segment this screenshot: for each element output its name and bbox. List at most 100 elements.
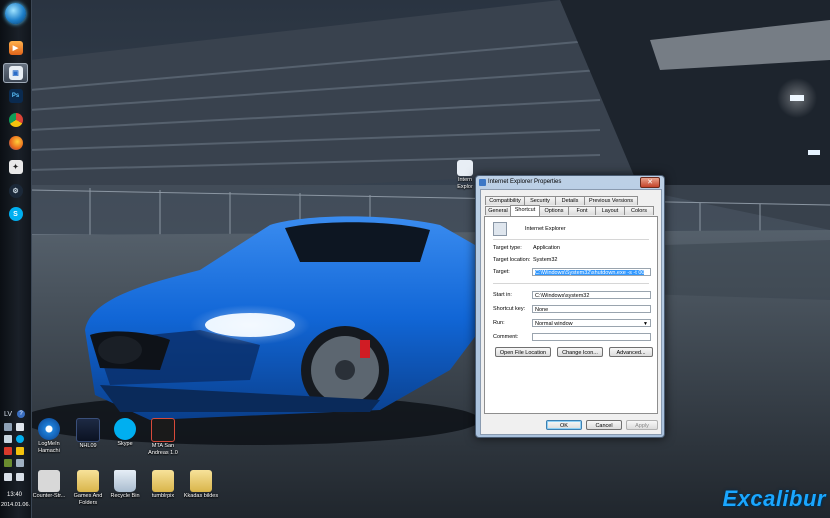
tab-options[interactable]: Options [539, 206, 569, 215]
taskbar-photoshop[interactable]: Ps [3, 86, 28, 106]
taskbar-media-player[interactable]: ▶ [3, 38, 28, 58]
tab-previous-versions[interactable]: Previous Versions [584, 196, 638, 205]
desktop-icon-games-folders[interactable]: Games And Folders [69, 470, 107, 506]
apply-button[interactable]: Apply [626, 420, 658, 430]
target-value: C:\Windows\System32\shutdown.exe -s -t 0… [535, 270, 645, 276]
desktop-icon-label: Recycle Bin [110, 493, 140, 499]
desktop-icon-label: NHL09 [79, 443, 97, 449]
mta-icon [151, 418, 175, 442]
counter-strike-icon: ✦ [8, 160, 23, 174]
shortcut-icon [457, 160, 473, 176]
change-icon-button[interactable]: Change Icon... [557, 347, 603, 357]
tray-gmail-icon[interactable] [4, 447, 12, 455]
folder-icon [77, 470, 99, 492]
language-indicator[interactable]: LV [4, 411, 12, 418]
tray-icon-a[interactable] [16, 423, 24, 431]
dialog-body: Compatibility Security Details Previous … [480, 189, 662, 435]
target-type-value: Application [533, 245, 560, 251]
desktop-icon-label: MTA San Andreas 1.0 [148, 443, 178, 456]
taskbar-firefox[interactable] [3, 133, 28, 153]
shortcut-name: Internet Explorer [525, 226, 566, 232]
desktop-icon-label: Skype [117, 441, 133, 447]
watermark: Excalibur [722, 486, 826, 511]
tray-icon-c[interactable] [4, 459, 12, 467]
desktop-icon-counter-strike[interactable]: Counter-Str... [30, 470, 68, 500]
tab-layout[interactable]: Layout [595, 206, 625, 215]
desktop-icon-mta[interactable]: MTA San Andreas 1.0 [144, 418, 182, 456]
tab-general[interactable]: General [485, 206, 511, 215]
start-in-label: Start in: [493, 292, 512, 298]
shortcut-key-label: Shortcut key: [493, 306, 526, 312]
run-select-value: Normal window [535, 321, 573, 327]
shortcut-tab-page: Internet Explorer Target type: Applicati… [484, 216, 658, 414]
taskbar: ▶ ▣ Ps ✦ ⚙ S LV ? 13:40 2014.01.06. [0, 0, 32, 518]
help-icon[interactable]: ? [17, 410, 25, 418]
shortcut-icon: ▣ [8, 66, 23, 80]
recycle-bin-icon [114, 470, 136, 492]
tab-font[interactable]: Font [568, 206, 596, 215]
advanced-button[interactable]: Advanced... [609, 347, 653, 357]
desktop-icon-recycle-bin[interactable]: Recycle Bin [106, 470, 144, 500]
desktop-icon-label: LogMeIn Hamachi [38, 441, 60, 454]
skype-icon [114, 418, 136, 440]
shortcut-key-field[interactable]: None [532, 305, 651, 313]
clock-date[interactable]: 2014.01.06. [1, 502, 30, 508]
desktop-icon-tumblrpix[interactable]: tumblrpix [144, 470, 182, 500]
firefox-icon [8, 136, 23, 150]
folder-icon [190, 470, 212, 492]
tray-volume-icon[interactable] [16, 473, 24, 481]
tray-steam-icon[interactable] [4, 435, 12, 443]
clock-time[interactable]: 13:40 [7, 492, 22, 498]
desktop-icon-hamachi[interactable]: LogMeIn Hamachi [30, 418, 68, 454]
tab-security[interactable]: Security [524, 196, 556, 205]
tab-compatibility[interactable]: Compatibility [485, 196, 525, 205]
run-select[interactable]: Normal window ▼ [532, 319, 651, 327]
comment-field[interactable] [532, 333, 651, 341]
media-player-icon: ▶ [8, 41, 23, 55]
target-label: Target: [493, 269, 510, 275]
tab-details[interactable]: Details [555, 196, 585, 205]
tray-icon-b[interactable] [16, 447, 24, 455]
target-field[interactable]: C:\Windows\System32\shutdown.exe -s -t 0… [532, 268, 651, 276]
tray-skype-icon[interactable] [16, 435, 24, 443]
chevron-down-icon: ▼ [643, 321, 648, 327]
desktop-icon-kkadas[interactable]: Kkadas bildes [182, 470, 220, 500]
close-button[interactable]: ✕ [640, 177, 660, 188]
desktop-icon-nhl[interactable]: NHL09 [69, 418, 107, 450]
comment-label: Comment: [493, 334, 519, 340]
desktop-icon-skype[interactable]: Skype [106, 418, 144, 448]
separator [493, 239, 649, 240]
folder-icon [152, 470, 174, 492]
start-button[interactable] [5, 3, 26, 24]
run-label: Run: [493, 320, 505, 326]
chrome-icon [8, 113, 23, 127]
steam-icon: ⚙ [8, 184, 23, 198]
separator [493, 283, 649, 284]
window-icon [479, 179, 486, 186]
tab-colors[interactable]: Colors [624, 206, 654, 215]
ok-button[interactable]: OK [546, 420, 582, 430]
start-in-field[interactable]: C:\Windows\system32 [532, 291, 651, 299]
taskbar-ie-shortcut[interactable]: ▣ [3, 63, 28, 83]
taskbar-chrome[interactable] [3, 110, 28, 130]
target-type-label: Target type: [493, 245, 522, 251]
skype-icon: S [8, 207, 23, 221]
nhl-icon [76, 418, 100, 442]
target-location-value: System32 [533, 257, 558, 263]
tray-network-icon[interactable] [4, 423, 12, 431]
open-file-location-button[interactable]: Open File Location [495, 347, 551, 357]
photoshop-icon: Ps [8, 89, 23, 103]
desktop-icon-label: Counter-Str... [32, 493, 66, 499]
taskbar-counter-strike[interactable]: ✦ [3, 157, 28, 177]
cancel-button[interactable]: Cancel [586, 420, 622, 430]
desktop-icon-label: Games And Folders [73, 493, 103, 506]
taskbar-skype[interactable]: S [3, 204, 28, 224]
system-tray: LV ? 13:40 2014.01.06. [0, 405, 31, 518]
tab-shortcut[interactable]: Shortcut [510, 205, 540, 216]
properties-dialog: Internet Explorer Properties ✕ Compatibi… [475, 175, 665, 438]
desktop-icon-label: tumblrpix [151, 493, 175, 499]
taskbar-steam[interactable]: ⚙ [3, 181, 28, 201]
dialog-title: Internet Explorer Properties [488, 179, 562, 185]
tray-icon-d[interactable] [16, 459, 24, 467]
tray-flag-icon[interactable] [4, 473, 12, 481]
